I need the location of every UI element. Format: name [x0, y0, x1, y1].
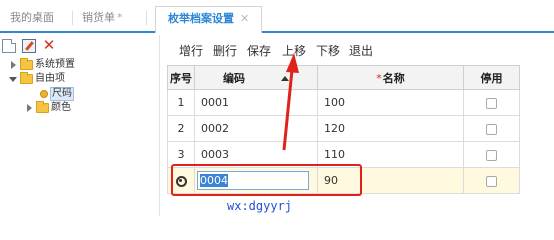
annotation-arrow	[282, 53, 299, 151]
watermark-text: wx:dgyyrj	[227, 199, 293, 213]
vertical-scrollbar[interactable]	[545, 35, 554, 216]
